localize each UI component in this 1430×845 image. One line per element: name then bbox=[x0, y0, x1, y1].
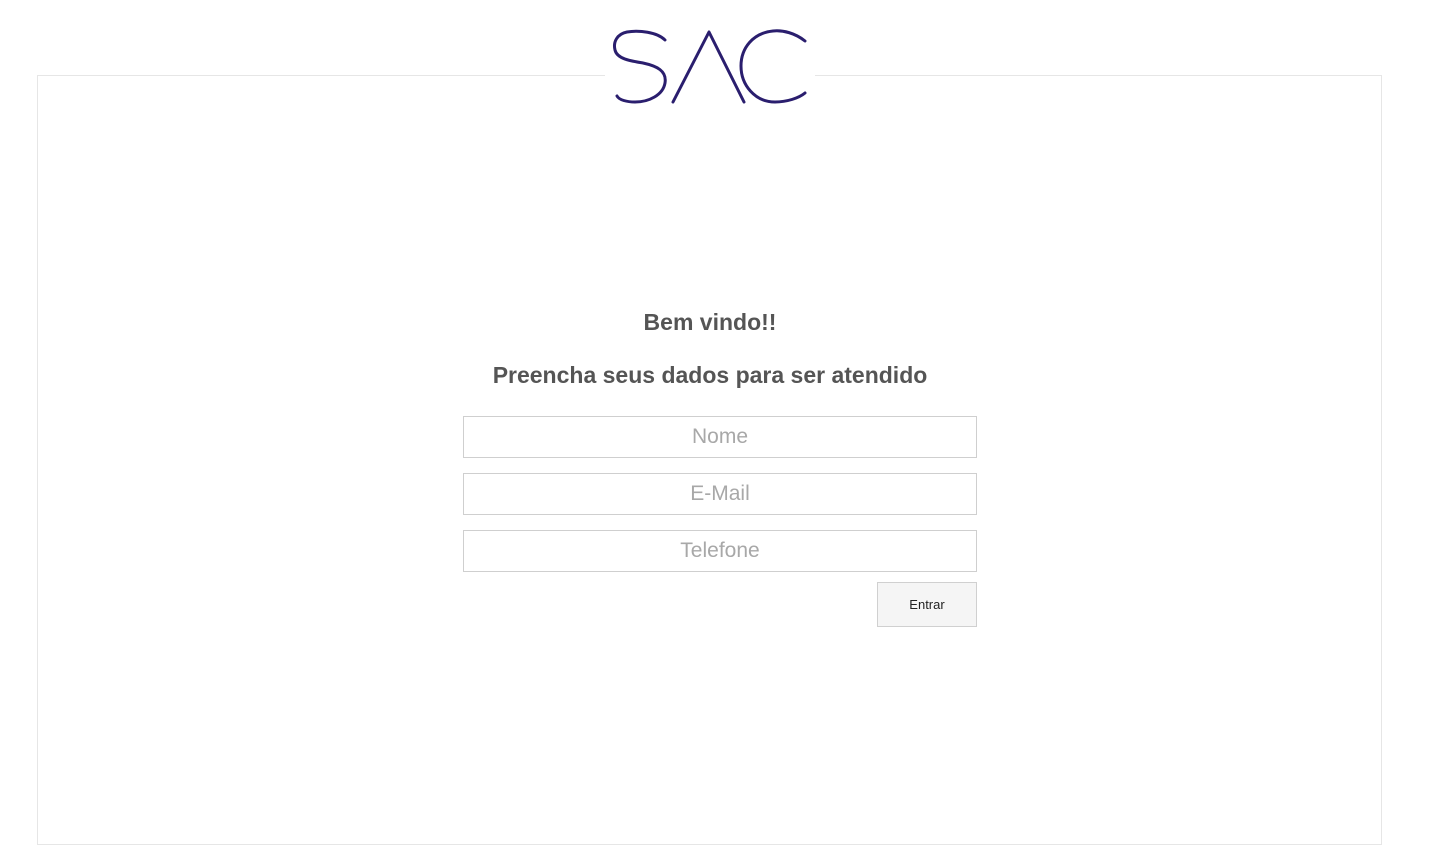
phone-input[interactable] bbox=[463, 530, 977, 572]
submit-button[interactable]: Entrar bbox=[877, 582, 977, 627]
name-input[interactable] bbox=[463, 416, 977, 458]
main-panel bbox=[37, 75, 1382, 845]
sac-logo bbox=[605, 26, 815, 110]
email-input[interactable] bbox=[463, 473, 977, 515]
welcome-subtitle: Preencha seus dados para ser atendido bbox=[492, 362, 928, 388]
welcome-title: Bem vindo!! bbox=[643, 309, 777, 335]
